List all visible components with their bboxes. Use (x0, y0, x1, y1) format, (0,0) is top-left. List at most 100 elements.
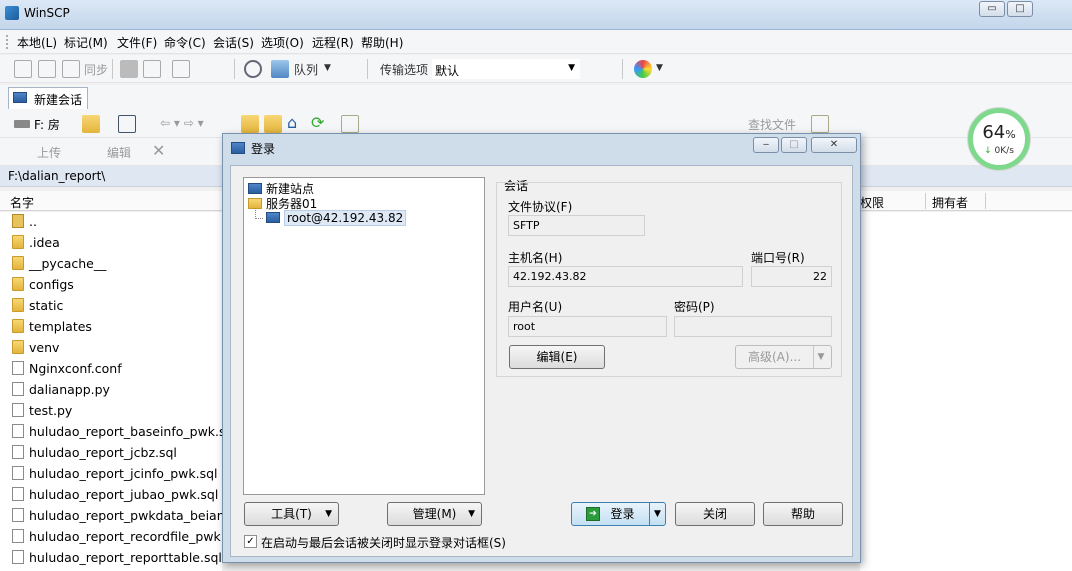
tools-button[interactable]: 工具(T) ▼ (244, 502, 339, 526)
file-row[interactable]: configs (12, 277, 242, 298)
separator (367, 59, 368, 79)
host-input[interactable]: 42.192.43.82 (508, 266, 743, 287)
column-owner[interactable]: 拥有者 (932, 194, 968, 211)
menu-mark[interactable]: 标记(M) (64, 34, 108, 51)
column-name[interactable]: 名字 (0, 191, 222, 211)
manage-button[interactable]: 管理(M) ▼ (387, 502, 482, 526)
tab-new-session[interactable]: 新建会话 (8, 87, 88, 109)
root-dir-icon[interactable] (264, 115, 282, 133)
sync-label[interactable]: 同步 (84, 61, 108, 78)
protocol-select[interactable]: SFTP (508, 215, 645, 236)
local-path[interactable]: F:\dalian_report\ (0, 166, 222, 187)
remote-tree-icon[interactable] (811, 115, 829, 133)
startup-checkbox-label[interactable]: 在启动与最后会话被关闭时显示登录对话框(S) (261, 534, 506, 551)
tree-site-root[interactable]: root@42.192.43.82 (266, 210, 407, 226)
file-row[interactable]: test.py (12, 403, 242, 424)
folder-icon (12, 277, 24, 291)
tree-icon[interactable] (341, 115, 359, 133)
file-row[interactable]: __pycache__ (12, 256, 242, 277)
menu-grip (6, 35, 9, 49)
file-row[interactable]: huludao_report_jcinfo_pwk.sql (12, 466, 242, 487)
dialog-close-button[interactable]: ✕ (811, 137, 857, 153)
file-row[interactable]: huludao_report_pwkdata_beian.sql (12, 508, 247, 529)
menu-options[interactable]: 选项(O) (261, 34, 304, 51)
find-files-label[interactable]: 查找文件 (748, 116, 796, 133)
synchronize-icon[interactable] (38, 60, 56, 78)
winscp-logo-icon (5, 6, 19, 20)
dialog-maximize-button[interactable]: □ (781, 137, 807, 153)
folder-icon (12, 256, 24, 270)
file-row[interactable]: huludao_report_reporttable.sql (12, 550, 242, 571)
username-input[interactable]: root (508, 316, 667, 337)
upload-button[interactable]: 上传 (37, 144, 61, 161)
queue-icon[interactable] (271, 60, 289, 78)
file-row[interactable]: huludao_report_baseinfo_pwk.sql (12, 424, 242, 445)
file-row[interactable]: Nginxconf.conf (12, 361, 242, 382)
drive-select[interactable]: F: 房 (14, 114, 76, 134)
console-icon[interactable] (120, 60, 138, 78)
refresh-icon[interactable] (172, 60, 190, 78)
queue-label[interactable]: 队列 (294, 61, 318, 78)
port-input[interactable]: 22 (751, 266, 832, 287)
file-row[interactable]: .. (12, 214, 242, 235)
file-name: huludao_report_jcbz.sql (29, 445, 177, 460)
refresh-icon[interactable]: ⟳ (311, 115, 329, 133)
login-button[interactable]: ➔ 登录 ▼ (571, 502, 666, 526)
minimize-button[interactable]: ▭ (979, 1, 1005, 17)
file-row[interactable]: dalianapp.py (12, 382, 242, 403)
transfer-options-select[interactable]: 默认 ▼ (432, 59, 580, 79)
file-row[interactable]: huludao_report_jubao_pwk.sql (12, 487, 242, 508)
home-icon[interactable]: ⌂ (287, 115, 305, 133)
main-toolbar: 同步 队列 ▼ 传输选项 默认 ▼ ▼ (0, 55, 1072, 83)
local-file-list: .. .idea __pycache__ configs static templates… (0, 212, 247, 571)
tab-label: 新建会话 (34, 93, 83, 107)
column-permissions[interactable]: 权限 (860, 194, 884, 211)
file-row[interactable]: venv (12, 340, 242, 361)
menu-session[interactable]: 会话(S) (213, 34, 254, 51)
speed-rate-value: 0K/s (994, 146, 1014, 156)
password-input[interactable] (674, 316, 832, 337)
compare-icon[interactable] (14, 60, 32, 78)
color-dropdown-icon[interactable]: ▼ (656, 63, 663, 73)
parent-dir-icon[interactable] (241, 115, 259, 133)
filter-icon[interactable] (118, 115, 136, 133)
transfer-options-label: 传输选项 (380, 63, 429, 77)
file-row[interactable]: huludao_report_jcbz.sql (12, 445, 242, 466)
file-row[interactable]: templates (12, 319, 242, 340)
open-folder-icon[interactable] (82, 115, 100, 133)
menu-local[interactable]: 本地(L) (17, 34, 57, 51)
file-icon (12, 508, 24, 522)
advanced-button[interactable]: 高级(A)... ▼ (735, 345, 832, 369)
file-row[interactable]: .idea (12, 235, 242, 256)
dialog-minimize-button[interactable]: ‒ (753, 137, 779, 153)
file-name: huludao_report_recordfile_pwk.sql (29, 529, 243, 544)
maximize-button[interactable]: □ (1007, 1, 1033, 17)
site-color-icon[interactable] (634, 60, 652, 78)
site-tree[interactable]: 新建站点 服务器01 root@42.192.43.82 (243, 177, 485, 495)
file-icon (12, 529, 24, 543)
edit-button[interactable]: 编辑 (107, 144, 131, 161)
close-button[interactable]: 关闭 (675, 502, 755, 526)
putty-icon[interactable] (143, 60, 161, 78)
startup-checkbox[interactable]: ✓ (244, 535, 257, 548)
help-button[interactable]: 帮助 (763, 502, 843, 526)
password-label: 密码(P) (674, 300, 715, 314)
menu-remote[interactable]: 远程(R) (312, 34, 354, 51)
transfer-options-value: 默认 (435, 64, 460, 78)
sync-browse-icon[interactable] (62, 60, 80, 78)
login-dropdown-icon[interactable]: ▼ (649, 503, 665, 525)
delete-icon[interactable]: ✕ (152, 141, 165, 160)
menu-file[interactable]: 文件(F) (117, 34, 157, 51)
menu-command[interactable]: 命令(C) (164, 34, 206, 51)
app-title: WinSCP (24, 6, 70, 20)
new-site-icon (248, 183, 262, 194)
gear-icon[interactable] (244, 60, 262, 78)
menu-help[interactable]: 帮助(H) (361, 34, 403, 51)
back-icon[interactable]: ⇦ ▾ ⇨ ▾ (160, 116, 204, 130)
queue-dropdown-icon[interactable]: ▼ (324, 63, 331, 73)
file-row[interactable]: static (12, 298, 242, 319)
file-row[interactable]: huludao_report_recordfile_pwk.sql (12, 529, 243, 550)
edit-button[interactable]: 编辑(E) (509, 345, 605, 369)
folder-icon (12, 235, 24, 249)
file-name: huludao_report_pwkdata_beian.sql (29, 508, 247, 523)
